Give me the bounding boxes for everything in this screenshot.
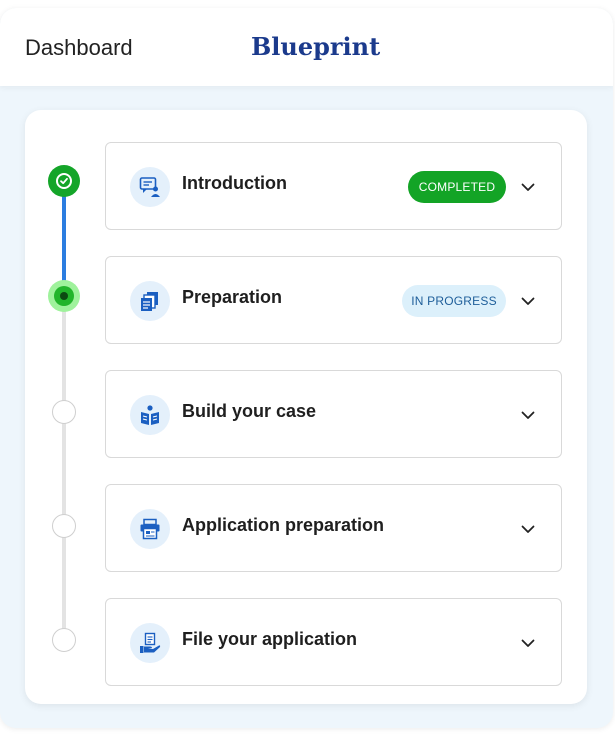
step-title: File your application [182, 629, 358, 649]
step-title: Introduction [182, 173, 287, 193]
step-node-completed [48, 165, 80, 197]
printer-form-icon [130, 509, 170, 549]
top-header: Dashboard Blueprint [0, 8, 613, 86]
chevron-down-icon[interactable] [518, 177, 538, 197]
chevron-down-icon[interactable] [518, 291, 538, 311]
hand-document-icon [130, 623, 170, 663]
step-file-your-application[interactable]: File your application [105, 598, 562, 686]
steps-card: Introduction COMPLETED Preparation IN PR… [25, 110, 587, 704]
app-window: Dashboard Blueprint Introduction COMPLET… [0, 8, 613, 728]
step-title: Preparation [182, 287, 283, 307]
status-badge-completed: COMPLETED [408, 171, 506, 203]
documents-stack-icon [130, 281, 170, 321]
timeline-progress [62, 182, 66, 296]
check-icon [56, 173, 72, 189]
chevron-down-icon[interactable] [518, 519, 538, 539]
step-build-your-case[interactable]: Build your case [105, 370, 562, 458]
status-badge-in-progress: IN PROGRESS [402, 285, 506, 317]
step-node-pending [52, 628, 76, 652]
step-node-active [48, 280, 80, 312]
step-title: Application preparation [182, 515, 385, 535]
step-preparation[interactable]: Preparation IN PROGRESS [105, 256, 562, 344]
step-node-pending [52, 514, 76, 538]
reading-person-icon [130, 395, 170, 435]
step-introduction[interactable]: Introduction COMPLETED [105, 142, 562, 230]
chevron-down-icon[interactable] [518, 405, 538, 425]
step-node-pending [52, 400, 76, 424]
brand-logo[interactable]: Blueprint [251, 32, 380, 61]
step-title: Build your case [182, 401, 317, 421]
chat-person-icon [130, 167, 170, 207]
page-title: Dashboard [25, 35, 133, 60]
step-application-preparation[interactable]: Application preparation [105, 484, 562, 572]
chevron-down-icon[interactable] [518, 633, 538, 653]
